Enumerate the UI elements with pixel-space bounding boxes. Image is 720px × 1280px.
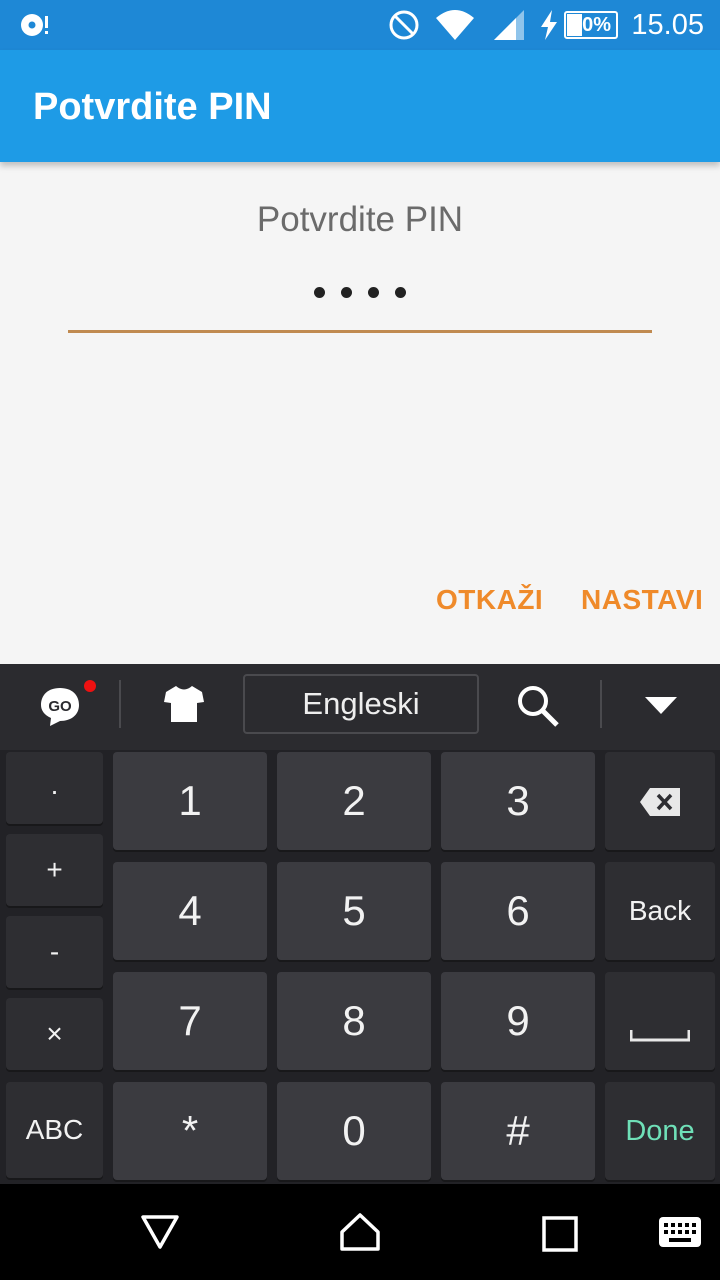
app-bar: Potvrdite PIN bbox=[0, 50, 720, 162]
pin-underline bbox=[68, 330, 652, 333]
media-icon bbox=[21, 14, 48, 36]
home-nav-icon[interactable] bbox=[339, 1212, 381, 1252]
space-bar-icon bbox=[630, 1030, 690, 1042]
key-label: - bbox=[49, 936, 60, 967]
keyboard-toolbar: GO Engleski bbox=[0, 664, 720, 750]
wifi-icon bbox=[436, 10, 474, 40]
key-label: Done bbox=[625, 1115, 695, 1147]
abc-key[interactable]: ABC bbox=[6, 1082, 103, 1178]
page-title: Potvrdite PIN bbox=[33, 86, 272, 128]
key-period[interactable]: . bbox=[6, 752, 103, 824]
key-asterisk[interactable]: * bbox=[113, 1082, 267, 1180]
key-label: 9 bbox=[506, 997, 530, 1044]
pin-dot bbox=[395, 287, 406, 298]
recents-nav-icon[interactable] bbox=[542, 1216, 578, 1252]
clock: 15.05 bbox=[631, 9, 704, 41]
key-label: 5 bbox=[342, 887, 366, 934]
key-label: 4 bbox=[178, 887, 202, 934]
backspace-key[interactable] bbox=[605, 752, 715, 850]
divider bbox=[119, 680, 121, 728]
key-9[interactable]: 9 bbox=[441, 972, 595, 1070]
pin-dialog: Potvrdite PIN OTKAŽI NASTAVI bbox=[0, 162, 720, 664]
charging-icon bbox=[541, 10, 557, 40]
pin-dot bbox=[368, 287, 379, 298]
navigation-bar bbox=[0, 1184, 720, 1280]
key-label: 3 bbox=[506, 777, 530, 824]
status-bar: 30% 15.05 bbox=[0, 0, 720, 50]
divider bbox=[600, 680, 602, 728]
key-5[interactable]: 5 bbox=[277, 862, 431, 960]
back-key[interactable]: Back bbox=[605, 862, 715, 960]
key-label: 1 bbox=[178, 777, 202, 824]
pin-dot bbox=[314, 287, 325, 298]
battery-icon: 30% bbox=[564, 11, 618, 39]
key-label: × bbox=[46, 1018, 63, 1049]
pin-dot bbox=[341, 287, 352, 298]
key-label: 6 bbox=[506, 887, 530, 934]
keyboard: GO Engleski . + - × ABC 1 2 3 4 5 6 7 8 … bbox=[0, 664, 720, 1184]
key-label: 2 bbox=[342, 777, 366, 824]
notification-dot bbox=[84, 680, 96, 692]
key-minus[interactable]: - bbox=[6, 916, 103, 988]
key-label: ABC bbox=[25, 1114, 84, 1145]
back-nav-icon[interactable] bbox=[140, 1214, 180, 1250]
theme-shirt-icon[interactable] bbox=[162, 684, 206, 724]
key-3[interactable]: 3 bbox=[441, 752, 595, 850]
keyboard-switch-icon[interactable] bbox=[659, 1217, 701, 1247]
key-label: 7 bbox=[178, 997, 202, 1044]
key-8[interactable]: 8 bbox=[277, 972, 431, 1070]
language-selector[interactable]: Engleski bbox=[243, 674, 479, 734]
key-label: 0 bbox=[342, 1107, 366, 1154]
key-plus[interactable]: + bbox=[6, 834, 103, 906]
key-7[interactable]: 7 bbox=[113, 972, 267, 1070]
key-label: . bbox=[50, 769, 59, 800]
key-label: + bbox=[46, 854, 63, 885]
key-0[interactable]: 0 bbox=[277, 1082, 431, 1180]
key-label: * bbox=[181, 1107, 199, 1154]
pin-input[interactable] bbox=[0, 270, 720, 300]
key-label: 8 bbox=[342, 997, 366, 1044]
done-key[interactable]: Done bbox=[605, 1082, 715, 1180]
key-6[interactable]: 6 bbox=[441, 862, 595, 960]
svg-text:GO: GO bbox=[48, 698, 72, 715]
next-button[interactable]: NASTAVI bbox=[581, 584, 703, 616]
key-label: Back bbox=[628, 895, 692, 926]
do-not-disturb-icon bbox=[389, 10, 419, 40]
backspace-icon bbox=[640, 788, 680, 816]
search-icon[interactable] bbox=[516, 684, 560, 728]
go-keyboard-icon[interactable]: GO bbox=[38, 684, 82, 728]
battery-percent: 30% bbox=[570, 14, 612, 36]
space-key[interactable] bbox=[605, 972, 715, 1070]
cancel-button[interactable]: OTKAŽI bbox=[436, 584, 543, 616]
key-1[interactable]: 1 bbox=[113, 752, 267, 850]
key-multiply[interactable]: × bbox=[6, 998, 103, 1070]
signal-icon bbox=[494, 10, 524, 40]
chevron-down-icon[interactable] bbox=[644, 696, 678, 716]
key-4[interactable]: 4 bbox=[113, 862, 267, 960]
pin-label: Potvrdite PIN bbox=[256, 200, 464, 239]
key-label: # bbox=[506, 1107, 530, 1154]
key-hash[interactable]: # bbox=[441, 1082, 595, 1180]
key-2[interactable]: 2 bbox=[277, 752, 431, 850]
